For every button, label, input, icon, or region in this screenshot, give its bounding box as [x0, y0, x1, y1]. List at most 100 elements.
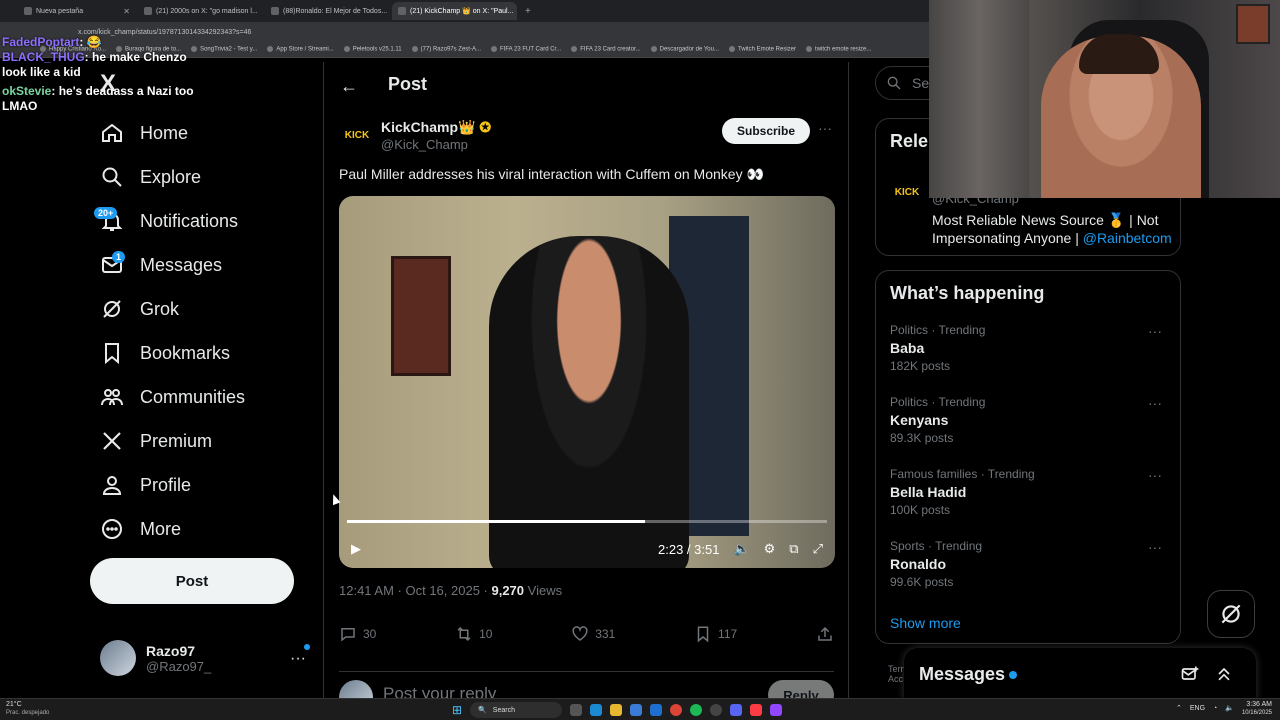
close-tab-icon[interactable]: ✕ [123, 7, 130, 16]
nav-premium[interactable]: Premium [100, 423, 212, 459]
unread-dot [304, 644, 310, 650]
bookmark-item[interactable]: App Store / Streami... [267, 46, 333, 53]
browser-tab[interactable]: Nueva pestaña ✕ [18, 2, 136, 20]
trend-item[interactable]: Sports · Trending Ronaldo 99.6K posts ··… [890, 539, 1170, 589]
obs-icon[interactable] [710, 704, 723, 716]
nav-more[interactable]: More [100, 511, 181, 547]
trend-item[interactable]: Famous families · Trending Bella Hadid 1… [890, 467, 1170, 517]
nav-messages[interactable]: 1 Messages [100, 247, 222, 283]
panel-title: What’s happening [890, 283, 1045, 303]
messages-drawer-actions [1180, 664, 1234, 684]
bookmark-item[interactable]: FIFA 23 Card creator... [571, 46, 640, 53]
volume-icon[interactable]: 🔈 [1225, 705, 1234, 713]
post-more-icon[interactable]: ··· [818, 120, 832, 136]
post-timestamp[interactable]: 12:41 AM · Oct 16, 2025 · [339, 583, 491, 598]
windows-start-icon[interactable]: ⊞ [452, 703, 462, 717]
author-handle[interactable]: @Kick_Champ [381, 137, 468, 152]
nav-explore[interactable]: Explore [100, 159, 201, 195]
views-label: Views [524, 583, 563, 598]
browser-tab[interactable]: (21) 2000s on X: "go madison l... ✕ [138, 2, 263, 20]
trend-item[interactable]: Politics · Trending Baba 182K posts ··· [890, 323, 1170, 373]
relevant-avatar[interactable]: KICK [890, 175, 924, 209]
browser-tab[interactable]: (88)Ronaldo: El Mejor de Todos... ✕ [265, 2, 390, 20]
nav-grok[interactable]: Grok [100, 291, 179, 327]
post-button[interactable]: Post [90, 558, 294, 604]
clock[interactable]: 3:36 AM 10/16/2025 [1242, 701, 1272, 717]
more-icon[interactable]: ··· [1148, 467, 1162, 483]
bio-link[interactable]: @Rainbetcom [1083, 230, 1172, 246]
panel-title: Rele [890, 131, 929, 151]
play-icon[interactable]: ▶ [351, 541, 361, 557]
bookmark-item[interactable]: Descargador de You... [651, 46, 719, 53]
tray-chevron-icon[interactable]: ⌃ [1176, 705, 1182, 713]
chat-username: okStevie [2, 84, 52, 98]
tab-favicon-icon [24, 7, 32, 15]
repost-action[interactable]: 10 [455, 625, 492, 643]
nav-profile[interactable]: Profile [100, 467, 191, 503]
more-icon[interactable]: ··· [290, 650, 306, 668]
tab-title: (21) 2000s on X: "go madison l... [156, 7, 258, 15]
new-tab-button[interactable]: + [519, 6, 537, 17]
views-count: 9,270 [491, 583, 525, 598]
show-more-link[interactable]: Show more [890, 615, 961, 631]
author-name[interactable]: KickChamp👑 ✪ [381, 119, 491, 136]
weather-widget[interactable]: 21°C Prac. despejado [6, 701, 49, 717]
bookmark-item[interactable]: twitch emote resize... [806, 46, 871, 53]
bookmark-item[interactable]: (77) Razo97s Zest-A... [412, 46, 481, 53]
video-progress-bar[interactable] [347, 520, 827, 523]
back-arrow-icon[interactable]: ← [340, 76, 358, 97]
more-icon[interactable]: ··· [1148, 395, 1162, 411]
music-icon[interactable] [750, 704, 763, 716]
grok-float-button[interactable] [1207, 590, 1255, 638]
notifications-badge: 20+ [94, 207, 118, 219]
nav-home[interactable]: Home [100, 115, 188, 151]
store-icon[interactable] [630, 704, 643, 716]
browser-tab-active[interactable]: (21) KickChamp 👑 on X: "Paul...✕ [392, 2, 517, 20]
nav-notifications[interactable]: 20+ Notifications [94, 203, 238, 239]
more-icon[interactable]: ··· [1148, 323, 1162, 339]
heart-icon [572, 626, 588, 641]
terms-link[interactable]: Terr [888, 664, 904, 674]
twitch-icon[interactable] [770, 704, 783, 716]
repost-count: 10 [479, 627, 493, 641]
x-logo[interactable]: X [100, 70, 116, 98]
share-action[interactable] [816, 625, 834, 643]
bookmark-item[interactable]: Twitch Emote Resizer [729, 46, 796, 53]
wifi-icon[interactable]: ◔ [1213, 705, 1217, 713]
settings-icon[interactable]: ⚙ [764, 541, 776, 557]
nav-bookmarks[interactable]: Bookmarks [100, 335, 230, 371]
video-player[interactable]: ▶ 2:23 / 3:51 🔈 ⚙ ⧉ ⤢ [339, 196, 835, 568]
nav-communities[interactable]: Communities [100, 379, 245, 415]
volume-icon[interactable]: 🔈 [733, 541, 749, 557]
bookmark-item[interactable]: FIFA 23 FUT Card Cr... [491, 46, 561, 53]
footer-links[interactable]: Terr Acc [888, 664, 904, 684]
subscribe-button[interactable]: Subscribe [722, 118, 810, 144]
expand-up-icon[interactable] [1214, 664, 1234, 684]
accessibility-link[interactable]: Acc [888, 674, 904, 684]
messages-drawer[interactable]: Messages [904, 648, 1256, 700]
pip-icon[interactable]: ⧉ [789, 541, 798, 557]
bookmark-action[interactable]: 117 [694, 625, 737, 643]
author-avatar[interactable]: KICK [340, 118, 374, 152]
discord-icon[interactable] [730, 704, 743, 716]
trend-item[interactable]: Politics · Trending Kenyans 89.3K posts … [890, 395, 1170, 445]
edge-icon[interactable] [590, 704, 603, 716]
close-tab-icon[interactable]: ✕ [262, 7, 263, 16]
more-icon[interactable]: ··· [1148, 539, 1162, 555]
webcam-overlay [929, 0, 1280, 198]
fullscreen-icon[interactable]: ⤢ [813, 541, 823, 557]
reply-action[interactable]: 30 [339, 625, 376, 643]
chrome-icon[interactable] [670, 704, 683, 716]
account-switcher[interactable]: Razo97 @Razo97_ ··· [100, 638, 310, 678]
new-message-icon[interactable] [1180, 664, 1200, 684]
like-action[interactable]: 331 [571, 625, 615, 643]
spotify-icon[interactable] [690, 704, 703, 716]
taskbar-search[interactable]: 🔍 Search [470, 702, 563, 718]
file-explorer-icon[interactable] [610, 704, 623, 716]
bookmark-item[interactable]: Peletools v25.1.11 [344, 46, 402, 53]
task-view-icon[interactable] [570, 704, 583, 716]
language-indicator[interactable]: ENG [1190, 705, 1205, 713]
mail-icon[interactable] [650, 704, 663, 716]
tab-favicon-icon [144, 7, 152, 15]
tab-favicon-icon [271, 7, 279, 15]
